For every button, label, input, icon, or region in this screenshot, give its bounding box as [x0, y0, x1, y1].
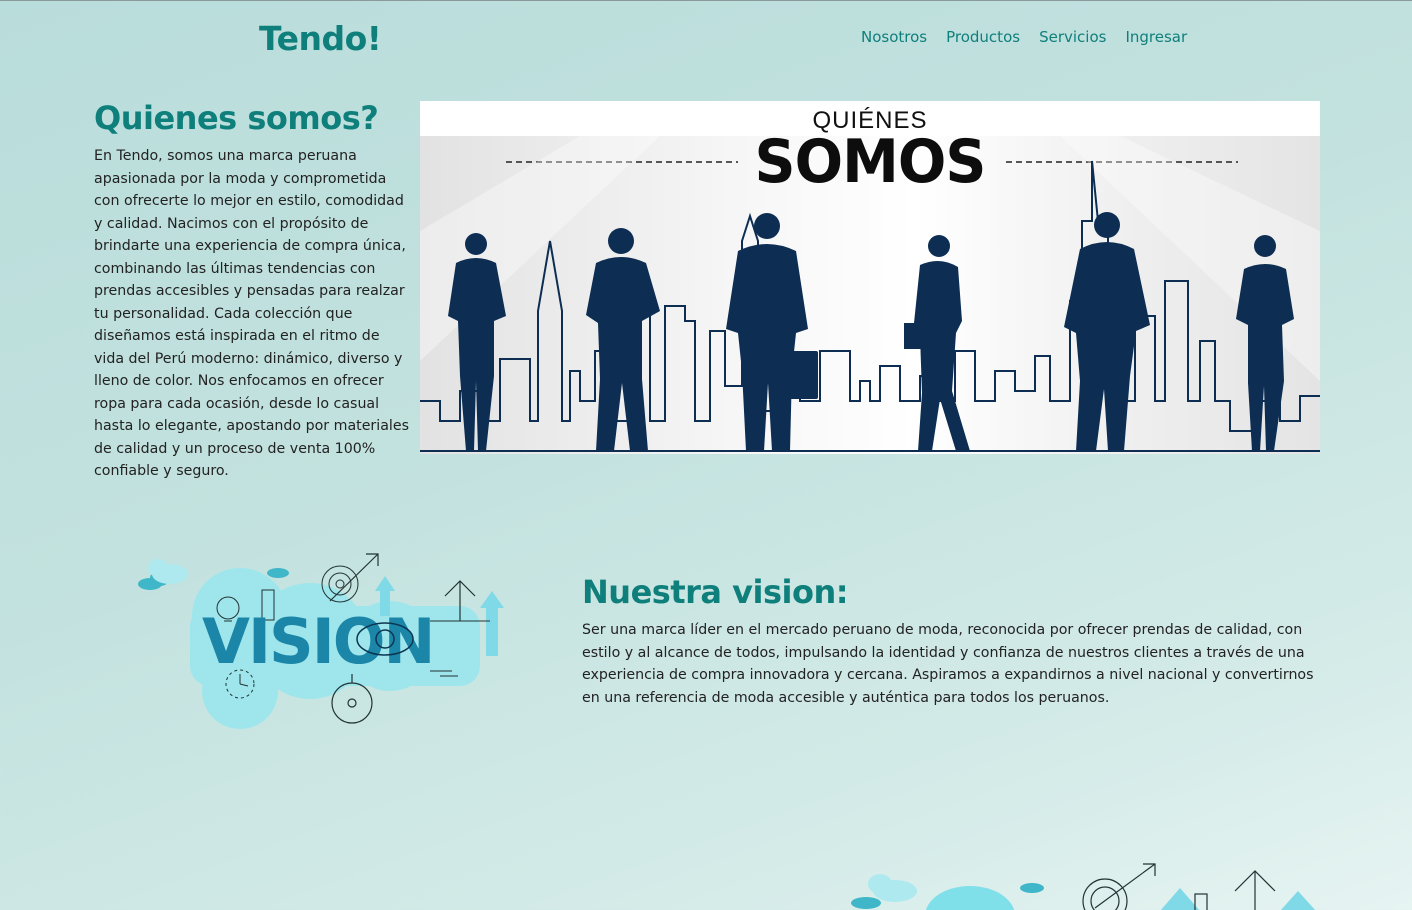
vision-title: Nuestra vision:: [582, 573, 849, 611]
target-icon: [1082, 863, 1156, 910]
brand-logo[interactable]: Tendo!: [259, 19, 382, 58]
nav-link-productos[interactable]: Productos: [946, 28, 1020, 46]
vision-text: Ser una marca líder en el mercado peruan…: [582, 622, 1314, 706]
nav-link-nosotros[interactable]: Nosotros: [861, 28, 927, 46]
nav-link-ingresar[interactable]: Ingresar: [1125, 28, 1187, 46]
about-text: En Tendo, somos una marca peruana apasio…: [94, 148, 409, 479]
banner-heading-line2: SOMOS: [754, 127, 987, 197]
about-title: Quienes somos?: [94, 99, 379, 137]
about-banner-image: QUIÉNES SOMOS: [420, 101, 1320, 454]
bottom-decorative-illustration: [851, 863, 1316, 910]
vision-illustration: VISION: [138, 553, 504, 729]
main-nav: Nosotros Productos Servicios Ingresar: [861, 28, 1187, 46]
nav-link-servicios[interactable]: Servicios: [1039, 28, 1106, 46]
arrow-up-icon: [1194, 870, 1276, 910]
vision-word: VISION: [202, 605, 433, 678]
